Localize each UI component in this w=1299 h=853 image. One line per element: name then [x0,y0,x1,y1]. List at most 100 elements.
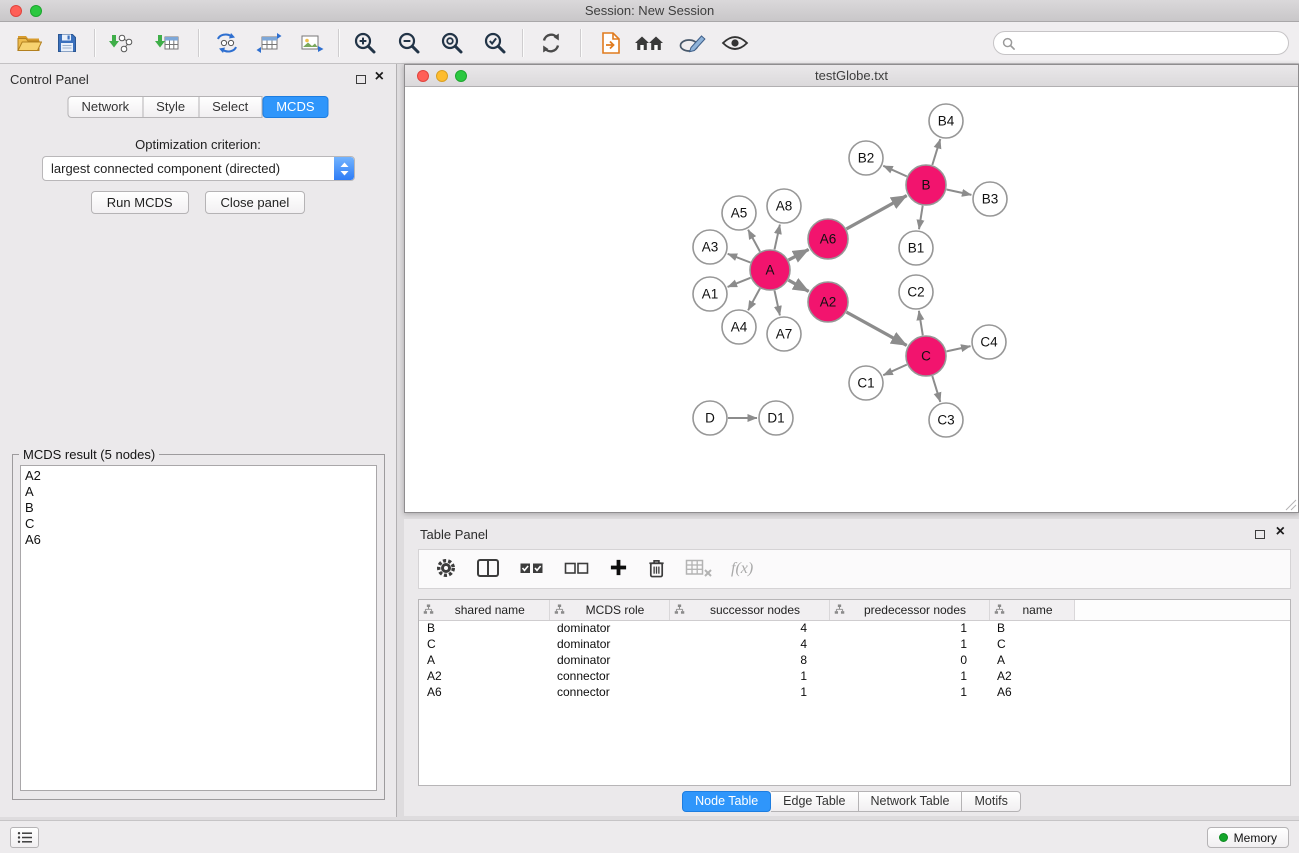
close-table-panel-button[interactable]: × [1276,523,1285,541]
graph-edge-A-A3[interactable] [728,254,751,263]
zoom-out-button[interactable] [392,28,426,58]
mcds-result-item[interactable]: A [25,484,376,500]
graph-edge-A-A5[interactable] [748,230,760,252]
graph-edge-A6-B[interactable] [846,196,906,229]
table-row[interactable]: Cdominator41C [419,636,1290,652]
function-builder-button[interactable]: f(x) [731,560,753,578]
graph-node-A5[interactable]: A5 [722,196,756,230]
graph-edge-A-A2[interactable] [788,280,808,291]
task-history-button[interactable] [10,827,39,848]
graph-node-A7[interactable]: A7 [767,317,801,351]
optimization-criterion-select[interactable]: largest connected component (directed) [42,156,355,181]
graph-node-A4[interactable]: A4 [722,310,756,344]
save-session-button[interactable] [50,28,84,58]
graph-node-A8[interactable]: A8 [767,189,801,223]
network-canvas[interactable]: B4 B2 B B3 A8 A5 A6 B1 A3 A C2 A1 A2 A4 A7 C4 C C1 C3 D D1 [405,87,1298,512]
close-window-button[interactable] [10,5,22,17]
graph-edge-C-C3[interactable] [932,376,940,402]
zoom-fit-button[interactable] [435,28,469,58]
graph-node-C2[interactable]: C2 [899,275,933,309]
column-header-predecessor-nodes[interactable]: predecessor nodes [829,600,989,620]
graph-edge-B-B3[interactable] [947,190,972,195]
graph-node-A[interactable]: A [750,250,790,290]
graph-edge-A-A7[interactable] [775,291,780,316]
graph-edge-B-B1[interactable] [919,206,923,230]
search-input[interactable] [1020,33,1288,53]
graph-node-B[interactable]: B [906,165,946,205]
table-row[interactable]: A2connector11A2 [419,668,1290,684]
float-table-panel-button[interactable] [1255,530,1265,539]
zoom-in-button[interactable] [348,28,382,58]
graph-node-A1[interactable]: A1 [693,277,727,311]
graph-edge-B-B4[interactable] [932,139,940,165]
column-header-successor-nodes[interactable]: successor nodes [669,600,829,620]
import-network-button[interactable] [104,28,138,58]
zoom-selected-button[interactable] [478,28,512,58]
graph-edge-A-A6[interactable] [789,249,809,260]
deselect-all-button[interactable] [564,559,590,580]
table-row[interactable]: Adominator80A [419,652,1290,668]
tab-node-table[interactable]: Node Table [682,791,771,812]
tab-network-table[interactable]: Network Table [859,791,963,812]
new-network-button[interactable] [210,28,244,58]
table-settings-button[interactable] [435,557,457,582]
resize-grip[interactable] [1283,497,1297,511]
tab-motifs[interactable]: Motifs [962,791,1020,812]
column-header-MCDS-role[interactable]: MCDS role [549,600,669,620]
graph-node-A3[interactable]: A3 [693,230,727,264]
graph-edge-B-B2[interactable] [883,166,907,177]
graph-edge-A-A8[interactable] [775,225,780,250]
graph-node-B1[interactable]: B1 [899,231,933,265]
network-zoom-button[interactable] [455,70,467,82]
tab-select[interactable]: Select [199,96,262,118]
refresh-button[interactable] [534,28,568,58]
mcds-result-item[interactable]: C [25,516,376,532]
annotation-button[interactable] [676,28,710,58]
graphics-details-button[interactable] [594,28,628,58]
run-mcds-button[interactable]: Run MCDS [91,191,189,214]
tab-network[interactable]: Network [67,96,143,118]
graph-edge-C-C4[interactable] [947,346,971,351]
network-close-button[interactable] [417,70,429,82]
mcds-result-item[interactable]: A6 [25,532,376,548]
graph-node-D[interactable]: D [693,401,727,435]
import-table-button[interactable] [150,28,184,58]
graph-node-C[interactable]: C [906,336,946,376]
delete-row-button[interactable] [647,557,666,582]
zoom-window-button[interactable] [30,5,42,17]
graph-edge-C-C1[interactable] [883,365,907,376]
home-view-button[interactable] [632,28,666,58]
close-panel-button[interactable]: Close panel [205,191,306,214]
tab-mcds[interactable]: MCDS [262,96,328,118]
graph-node-A6[interactable]: A6 [808,219,848,259]
graph-node-B2[interactable]: B2 [849,141,883,175]
graph-edge-A2-C[interactable] [846,312,906,345]
graph-node-B4[interactable]: B4 [929,104,963,138]
graph-node-D1[interactable]: D1 [759,401,793,435]
graph-node-C1[interactable]: C1 [849,366,883,400]
tab-edge-table[interactable]: Edge Table [771,791,858,812]
toggle-visibility-button[interactable] [718,28,752,58]
network-graph[interactable]: B4 B2 B B3 A8 A5 A6 B1 A3 A C2 A1 A2 A4 A7 C4 C C1 C3 D D1 [405,87,1298,512]
column-header-shared-name[interactable]: shared name [419,600,549,620]
graph-edge-A-A4[interactable] [748,288,760,310]
graph-node-A2[interactable]: A2 [808,282,848,322]
select-all-button[interactable] [519,559,545,580]
graph-edge-A-A1[interactable] [728,278,751,287]
network-minimize-button[interactable] [436,70,448,82]
tab-style[interactable]: Style [143,96,199,118]
show-columns-button[interactable] [476,557,500,582]
graph-node-C3[interactable]: C3 [929,403,963,437]
close-panel-icon-button[interactable]: × [375,68,384,86]
mcds-result-item[interactable]: A2 [25,468,376,484]
float-panel-button[interactable] [356,75,366,84]
delete-table-button[interactable] [685,558,712,581]
graph-node-C4[interactable]: C4 [972,325,1006,359]
table-row[interactable]: A6connector11A6 [419,684,1290,700]
open-session-button[interactable] [12,28,46,58]
column-header-name[interactable]: name [989,600,1074,620]
memory-button[interactable]: Memory [1207,827,1289,848]
mcds-result-list[interactable]: A2ABCA6 [20,465,377,791]
add-row-button[interactable] [609,558,628,580]
graph-node-B3[interactable]: B3 [973,182,1007,216]
